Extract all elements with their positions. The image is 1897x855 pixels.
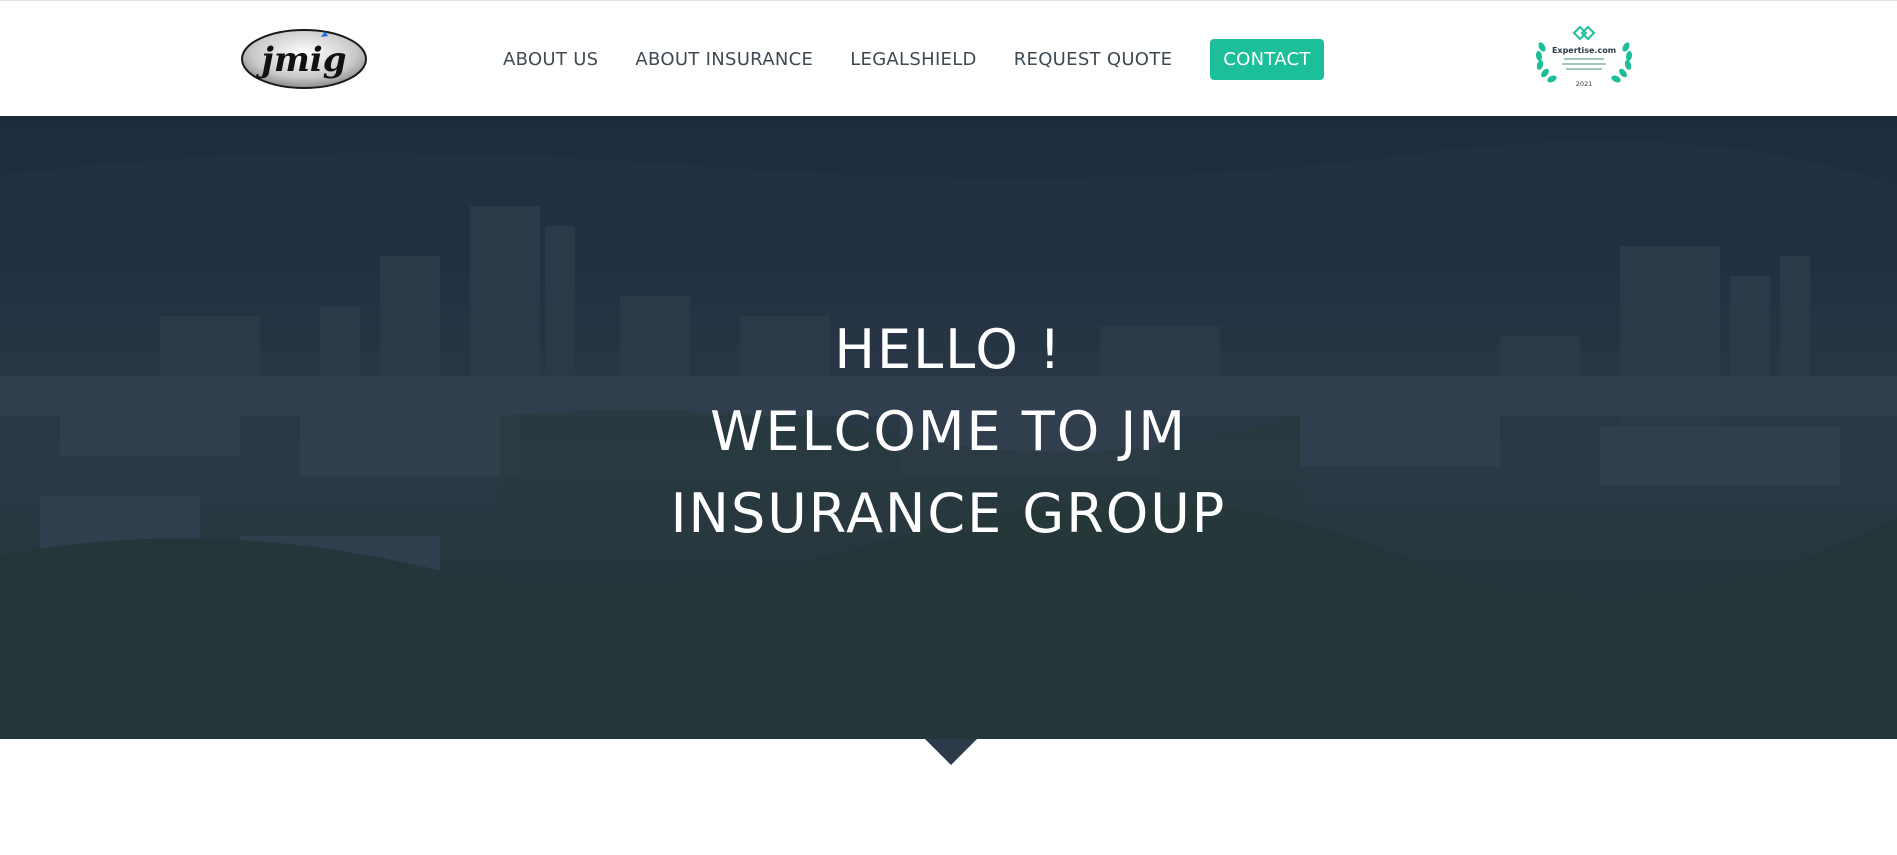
nav-about-us[interactable]: ABOUT US bbox=[503, 49, 598, 70]
badge-brand: Expertise.com bbox=[1551, 46, 1617, 55]
page: jmig ABOUT US ABOUT INSURANCE LEGALSHIEL… bbox=[0, 0, 1897, 855]
logo-text: jmig bbox=[256, 40, 347, 80]
main-nav: ABOUT US ABOUT INSURANCE LEGALSHIELD REQ… bbox=[503, 38, 1324, 80]
contact-button[interactable]: CONTACT bbox=[1210, 38, 1324, 80]
hero-line-3: INSURANCE GROUP bbox=[670, 482, 1227, 545]
badge-year: 2021 bbox=[1575, 80, 1593, 88]
nav-legalshield[interactable]: LEGALSHIELD bbox=[850, 49, 977, 70]
site-logo[interactable]: jmig bbox=[240, 27, 368, 91]
hero-heading: HELLO ! WELCOME TO JM INSURANCE GROUP bbox=[0, 309, 1897, 555]
site-header: jmig ABOUT US ABOUT INSURANCE LEGALSHIEL… bbox=[0, 0, 1897, 116]
nav-request-quote[interactable]: REQUEST QUOTE bbox=[1014, 49, 1173, 70]
hero-section: HELLO ! WELCOME TO JM INSURANCE GROUP bbox=[0, 116, 1897, 739]
section-pointer-arrow-icon bbox=[925, 739, 977, 765]
expertise-award-badge[interactable]: Expertise.com 2021 bbox=[1532, 25, 1636, 91]
hero-line-2: WELCOME TO JM bbox=[710, 400, 1187, 463]
nav-about-insurance[interactable]: ABOUT INSURANCE bbox=[635, 49, 813, 70]
hero-line-1: HELLO ! bbox=[834, 318, 1063, 381]
